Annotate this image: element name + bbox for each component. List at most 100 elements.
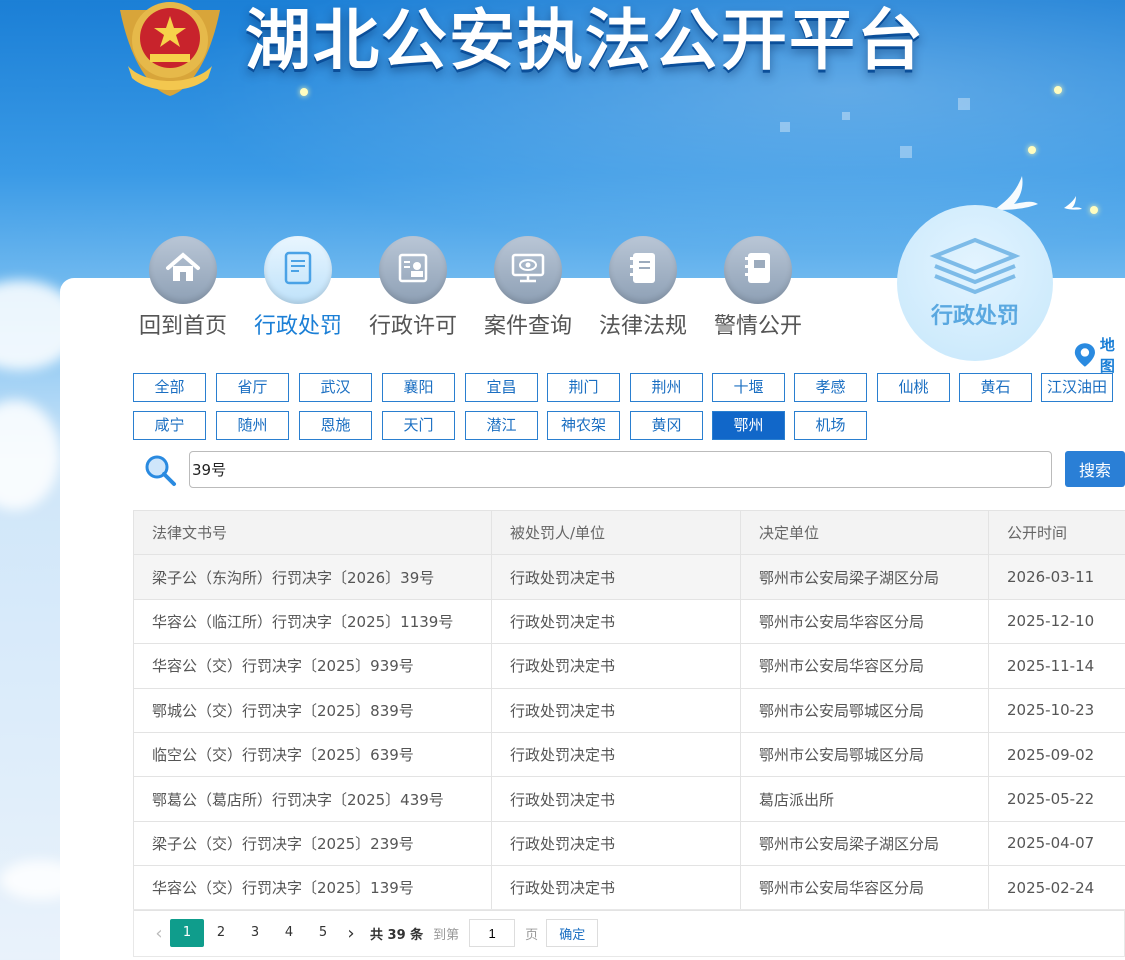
region-button[interactable]: 荆门 xyxy=(547,373,620,402)
nav-item[interactable]: 警情公开 xyxy=(703,236,813,340)
document-icon xyxy=(283,251,313,289)
table-cell: 行政处罚决定书 xyxy=(491,554,741,600)
column-header: 公开时间 xyxy=(988,509,1125,556)
section-badge: 行政处罚 xyxy=(897,205,1053,361)
table-cell: 华容公（临江所）行罚决字〔2025〕1139号 xyxy=(133,598,492,645)
nav-item[interactable]: 案件查询 xyxy=(473,236,583,340)
search-button[interactable]: 搜索 xyxy=(1065,451,1125,487)
nav-item[interactable]: 法律法规 xyxy=(588,236,698,340)
table-cell: 行政处罚决定书 xyxy=(491,820,741,867)
region-button[interactable]: 咸宁 xyxy=(133,411,206,440)
nav-label: 行政许可 xyxy=(368,314,457,339)
nav-label: 案件查询 xyxy=(483,314,572,339)
confirm-page-button[interactable]: 确定 xyxy=(546,919,599,947)
table-cell: 华容公（交）行罚决字〔2025〕139号 xyxy=(133,865,492,911)
prev-page-icon[interactable]: ‹ xyxy=(148,923,170,944)
region-button[interactable]: 恩施 xyxy=(299,411,372,440)
nav-item[interactable]: 行政许可 xyxy=(358,236,468,340)
nav-circle xyxy=(379,236,447,304)
region-button[interactable]: 潜江 xyxy=(465,411,538,440)
search-icon[interactable] xyxy=(143,453,177,487)
nav-item[interactable]: 行政处罚 xyxy=(243,236,353,340)
table-cell: 鄂城公（交）行罚决字〔2025〕839号 xyxy=(133,687,492,733)
table-cell: 2025-11-14 xyxy=(988,643,1125,689)
table-cell: 临空公（交）行罚决字〔2025〕639号 xyxy=(133,731,492,778)
table-cell: 梁子公（东沟所）行罚决字〔2026〕39号 xyxy=(133,554,492,600)
region-button[interactable]: 襄阳 xyxy=(382,373,455,402)
table-cell: 2025-04-07 xyxy=(988,820,1125,867)
police-emblem-icon xyxy=(120,2,220,96)
column-header: 法律文书号 xyxy=(133,509,492,556)
location-pin-icon xyxy=(1074,343,1095,367)
page-number[interactable]: 4 xyxy=(272,919,306,947)
table-cell: 行政处罚决定书 xyxy=(491,687,741,733)
goto-label: 到第 xyxy=(433,927,460,943)
nav-circle xyxy=(149,236,217,304)
table-cell: 梁子公（交）行罚决字〔2025〕239号 xyxy=(133,820,492,867)
nav-circle xyxy=(264,236,332,304)
region-button[interactable]: 荆州 xyxy=(630,373,703,402)
table-cell: 2026-03-11 xyxy=(988,554,1125,600)
table-cell: 行政处罚决定书 xyxy=(491,643,741,689)
page-jump-input[interactable] xyxy=(469,919,516,947)
region-button[interactable]: 天门 xyxy=(382,411,455,440)
nav-circle xyxy=(609,236,677,304)
table-row[interactable]: 鄂葛公（葛店所）行罚决字〔2025〕439号 行政处罚决定书 葛店派出所 2025-0… xyxy=(133,776,1125,822)
table-row[interactable]: 华容公（交）行罚决字〔2025〕139号 行政处罚决定书 鄂州市公安局华容区分局 20… xyxy=(133,865,1125,911)
table-row[interactable]: 鄂城公（交）行罚决字〔2025〕839号 行政处罚决定书 鄂州市公安局鄂城区分局 20… xyxy=(133,687,1125,733)
region-button[interactable]: 黄石 xyxy=(959,373,1032,402)
region-button[interactable]: 仙桃 xyxy=(877,373,950,402)
table-row[interactable]: 华容公（交）行罚决字〔2025〕939号 行政处罚决定书 鄂州市公安局华容区分局 20… xyxy=(133,643,1125,689)
page-unit-label: 页 xyxy=(525,927,539,943)
map-link[interactable]: 地图 xyxy=(1074,334,1125,376)
pagination: ‹ 12345 › 共 39 条 到第 页 确定 xyxy=(133,909,1125,957)
table-row[interactable]: 梁子公（东沟所）行罚决字〔2026〕39号 行政处罚决定书 鄂州市公安局梁子湖区分局… xyxy=(133,554,1125,600)
book-icon xyxy=(628,251,658,289)
region-button[interactable]: 十堰 xyxy=(712,373,785,402)
region-button[interactable]: 机场 xyxy=(794,411,867,440)
page-number[interactable]: 2 xyxy=(204,919,238,947)
table-cell: 2025-09-02 xyxy=(988,731,1125,778)
nav-label: 行政处罚 xyxy=(253,314,342,339)
seagull-icon xyxy=(1064,196,1082,210)
region-button[interactable]: 黄冈 xyxy=(630,411,703,440)
layers-icon xyxy=(929,237,1021,295)
page-number[interactable]: 3 xyxy=(238,919,272,947)
map-label: 地图 xyxy=(1099,336,1115,375)
table-header-row: 法律文书号 被处罚人/单位 决定单位 公开时间 xyxy=(133,509,1125,556)
table-cell: 2025-02-24 xyxy=(988,865,1125,911)
region-button[interactable]: 全部 xyxy=(133,373,206,402)
table-cell: 行政处罚决定书 xyxy=(491,865,741,911)
sparkle-decoration xyxy=(1028,146,1036,154)
table-row[interactable]: 临空公（交）行罚决字〔2025〕639号 行政处罚决定书 鄂州市公安局鄂城区分局 20… xyxy=(133,731,1125,778)
region-button[interactable]: 孝感 xyxy=(794,373,867,402)
table-row[interactable]: 华容公（临江所）行罚决字〔2025〕1139号 行政处罚决定书 鄂州市公安局华容区分… xyxy=(133,598,1125,645)
region-button[interactable]: 省厅 xyxy=(216,373,289,402)
page-number[interactable]: 5 xyxy=(306,919,340,947)
table-cell: 鄂葛公（葛店所）行罚决字〔2025〕439号 xyxy=(133,776,492,822)
site-title: 湖北公安执法公开平台 xyxy=(245,2,925,79)
page-number[interactable]: 1 xyxy=(170,919,204,947)
region-button[interactable]: 武汉 xyxy=(299,373,372,402)
table-row[interactable]: 梁子公（交）行罚决字〔2025〕239号 行政处罚决定书 鄂州市公安局梁子湖区分局 2… xyxy=(133,820,1125,867)
table-cell: 行政处罚决定书 xyxy=(491,598,741,645)
search-input[interactable] xyxy=(189,451,1052,488)
table-cell: 2025-05-22 xyxy=(988,776,1125,822)
pixel-decoration xyxy=(780,122,790,132)
table-cell: 鄂州市公安局梁子湖区分局 xyxy=(740,820,989,867)
section-badge-label: 行政处罚 xyxy=(930,304,1019,329)
region-button[interactable]: 神农架 xyxy=(547,411,620,440)
table-cell: 鄂州市公安局鄂城区分局 xyxy=(740,687,989,733)
table-cell: 鄂州市公安局华容区分局 xyxy=(740,643,989,689)
next-page-icon[interactable]: › xyxy=(340,923,362,944)
table-cell: 2025-12-10 xyxy=(988,598,1125,645)
permit-icon xyxy=(397,252,429,288)
region-button[interactable]: 鄂州 xyxy=(712,411,785,440)
nav-item[interactable]: 回到首页 xyxy=(128,236,238,340)
nav-label: 回到首页 xyxy=(138,314,227,339)
region-button[interactable]: 江汉油田 xyxy=(1041,373,1113,402)
table-cell: 鄂州市公安局华容区分局 xyxy=(740,598,989,645)
region-button[interactable]: 随州 xyxy=(216,411,289,440)
region-button[interactable]: 宜昌 xyxy=(465,373,538,402)
table-cell: 华容公（交）行罚决字〔2025〕939号 xyxy=(133,643,492,689)
